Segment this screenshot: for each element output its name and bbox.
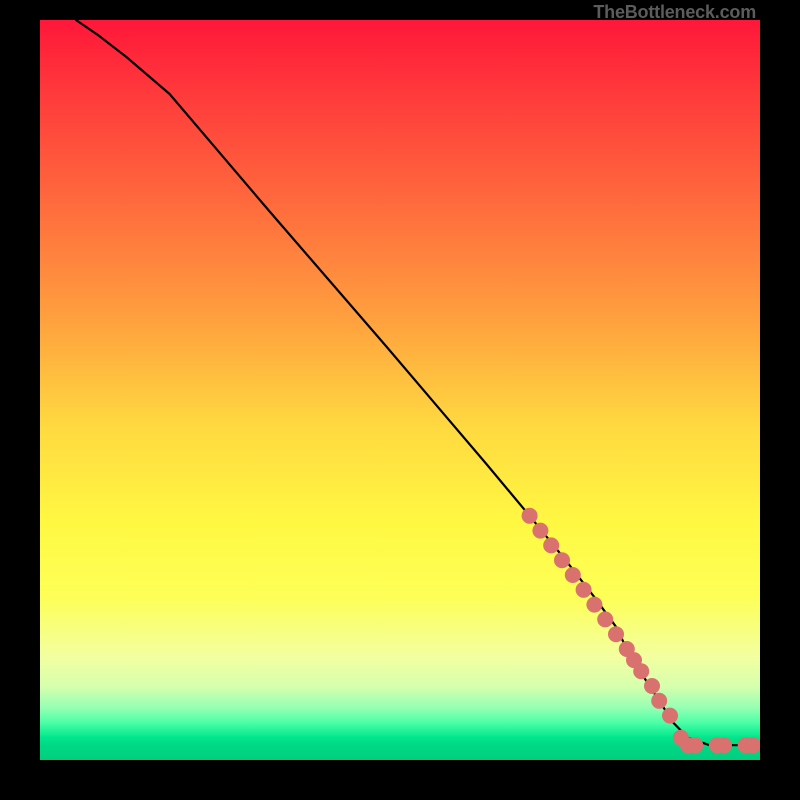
highlight-dot	[662, 708, 678, 724]
highlight-dot	[554, 552, 570, 568]
highlight-dot	[543, 537, 559, 553]
chart-svg	[40, 20, 760, 760]
highlight-dot	[651, 693, 667, 709]
highlight-dot	[608, 626, 624, 642]
highlight-dot	[522, 508, 538, 524]
bottleneck-curve-line	[76, 20, 760, 745]
plot-area	[40, 20, 760, 760]
highlight-dot	[633, 663, 649, 679]
highlight-dot	[576, 582, 592, 598]
highlight-dot	[586, 597, 602, 613]
highlight-dots-group	[522, 508, 760, 753]
highlight-dot	[565, 567, 581, 583]
highlight-dot	[644, 678, 660, 694]
highlight-dot	[532, 523, 548, 539]
chart-stage: TheBottleneck.com	[0, 0, 800, 800]
highlight-dot	[597, 611, 613, 627]
highlight-dot	[716, 737, 732, 753]
highlight-dot	[687, 737, 703, 753]
